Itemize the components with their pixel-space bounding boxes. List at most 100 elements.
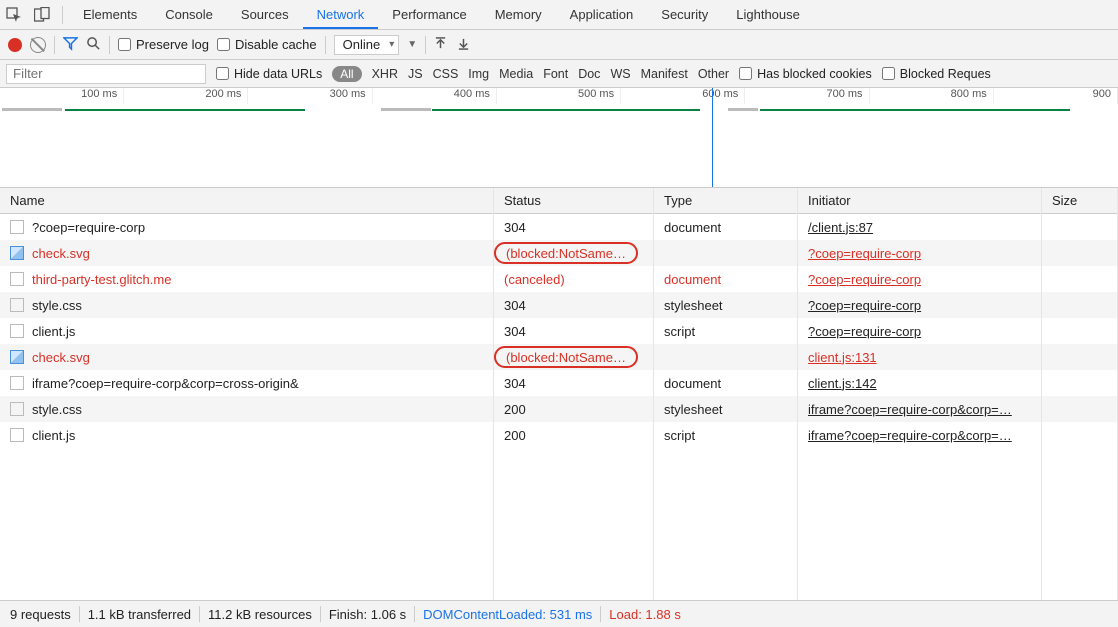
status-transferred: 1.1 kB transferred xyxy=(88,607,191,622)
request-initiator[interactable]: client.js:142 xyxy=(798,370,1042,396)
throttle-select[interactable]: Online xyxy=(334,35,400,55)
col-name[interactable]: Name xyxy=(0,188,494,214)
table-row[interactable]: client.js304script?coep=require-corp xyxy=(0,318,1118,344)
col-status[interactable]: Status xyxy=(494,188,654,214)
filter-ws[interactable]: WS xyxy=(610,67,630,81)
preserve-log-checkbox[interactable]: Preserve log xyxy=(118,37,209,52)
request-status: 200 xyxy=(494,396,654,422)
filter-other[interactable]: Other xyxy=(698,67,729,81)
download-har-icon[interactable] xyxy=(457,37,470,53)
col-type[interactable]: Type xyxy=(654,188,798,214)
request-status: 304 xyxy=(494,214,654,240)
filter-input[interactable] xyxy=(6,64,206,84)
chevron-down-icon[interactable]: ▼ xyxy=(407,39,417,50)
request-status: 304 xyxy=(494,370,654,396)
request-status: 304 xyxy=(494,292,654,318)
record-button[interactable] xyxy=(8,38,22,52)
file-icon xyxy=(10,246,24,260)
request-size xyxy=(1042,214,1118,240)
col-initiator[interactable]: Initiator xyxy=(798,188,1042,214)
status-dcl: DOMContentLoaded: 531 ms xyxy=(423,607,592,622)
request-initiator[interactable]: client.js:131 xyxy=(798,344,1042,370)
request-initiator[interactable]: iframe?coep=require-corp&corp=… xyxy=(798,422,1042,448)
col-size[interactable]: Size xyxy=(1042,188,1118,214)
request-type: document xyxy=(654,370,798,396)
table-row[interactable]: style.css304stylesheet?coep=require-corp xyxy=(0,292,1118,318)
tab-sources[interactable]: Sources xyxy=(227,0,303,29)
request-name: client.js xyxy=(32,428,75,443)
table-row[interactable]: third-party-test.glitch.me(canceled)docu… xyxy=(0,266,1118,292)
disable-cache-checkbox[interactable]: Disable cache xyxy=(217,37,317,52)
tab-security[interactable]: Security xyxy=(647,0,722,29)
status-requests: 9 requests xyxy=(10,607,71,622)
file-icon xyxy=(10,428,24,442)
table-row[interactable]: check.svg (blocked:NotSame… client.js:131 xyxy=(0,344,1118,370)
request-size xyxy=(1042,240,1118,266)
tab-network[interactable]: Network xyxy=(303,0,379,29)
timeline-overview[interactable]: 100 ms 200 ms 300 ms 400 ms 500 ms 600 m… xyxy=(0,88,1118,188)
request-size xyxy=(1042,344,1118,370)
request-status: 200 xyxy=(494,422,654,448)
request-type xyxy=(654,240,798,266)
timeline-cursor xyxy=(712,88,713,187)
table-row[interactable]: client.js 200scriptiframe?coep=require-co… xyxy=(0,422,1118,448)
tab-elements[interactable]: Elements xyxy=(69,0,151,29)
request-name: style.css xyxy=(32,298,82,313)
status-bar: 9 requests 1.1 kB transferred 11.2 kB re… xyxy=(0,600,1118,627)
request-size xyxy=(1042,318,1118,344)
has-blocked-cookies-checkbox[interactable]: Has blocked cookies xyxy=(739,67,872,81)
filter-all[interactable]: All xyxy=(332,66,361,82)
file-icon xyxy=(10,272,24,286)
filter-xhr[interactable]: XHR xyxy=(372,67,398,81)
request-initiator[interactable]: ?coep=require-corp xyxy=(798,266,1042,292)
device-toggle-icon[interactable] xyxy=(28,1,56,29)
request-size xyxy=(1042,370,1118,396)
upload-har-icon[interactable] xyxy=(434,37,447,53)
request-initiator[interactable]: iframe?coep=require-corp&corp=… xyxy=(798,396,1042,422)
tab-lighthouse[interactable]: Lighthouse xyxy=(722,0,814,29)
inspect-icon[interactable] xyxy=(0,1,28,29)
request-name: ?coep=require-corp xyxy=(32,220,145,235)
tab-performance[interactable]: Performance xyxy=(378,0,480,29)
request-size xyxy=(1042,266,1118,292)
tab-application[interactable]: Application xyxy=(556,0,648,29)
tab-memory[interactable]: Memory xyxy=(481,0,556,29)
request-name: third-party-test.glitch.me xyxy=(32,272,171,287)
filter-doc[interactable]: Doc xyxy=(578,67,600,81)
filter-js[interactable]: JS xyxy=(408,67,423,81)
devtools-tabs: Elements Console Sources Network Perform… xyxy=(0,0,1118,30)
filter-css[interactable]: CSS xyxy=(433,67,459,81)
request-initiator[interactable]: ?coep=require-corp xyxy=(798,240,1042,266)
clear-button[interactable] xyxy=(30,37,46,53)
request-name: style.css xyxy=(32,402,82,417)
request-initiator[interactable]: ?coep=require-corp xyxy=(798,292,1042,318)
status-finish: Finish: 1.06 s xyxy=(329,607,406,622)
status-load: Load: 1.88 s xyxy=(609,607,681,622)
filter-font[interactable]: Font xyxy=(543,67,568,81)
tab-console[interactable]: Console xyxy=(151,0,227,29)
blocked-requests-checkbox[interactable]: Blocked Reques xyxy=(882,67,991,81)
request-status: (blocked:NotSame… xyxy=(494,344,654,370)
request-type: script xyxy=(654,422,798,448)
request-type: stylesheet xyxy=(654,396,798,422)
hide-data-urls-checkbox[interactable]: Hide data URLs xyxy=(216,67,322,81)
search-icon[interactable] xyxy=(86,36,101,54)
table-row[interactable]: check.svg(blocked:NotSame…?coep=require-… xyxy=(0,240,1118,266)
file-icon xyxy=(10,220,24,234)
request-initiator[interactable]: ?coep=require-corp xyxy=(798,318,1042,344)
table-row[interactable]: iframe?coep=require-corp&corp=cross-orig… xyxy=(0,370,1118,396)
request-status: (blocked:NotSame… xyxy=(494,240,654,266)
file-icon xyxy=(10,324,24,338)
request-type: script xyxy=(654,318,798,344)
filter-toggle-icon[interactable] xyxy=(63,36,78,54)
filter-img[interactable]: Img xyxy=(468,67,489,81)
table-row[interactable]: ?coep=require-corp 304document/client.js:… xyxy=(0,214,1118,240)
request-size xyxy=(1042,396,1118,422)
request-type: document xyxy=(654,214,798,240)
request-initiator[interactable]: /client.js:87 xyxy=(798,214,1042,240)
filter-media[interactable]: Media xyxy=(499,67,533,81)
request-size xyxy=(1042,422,1118,448)
filter-manifest[interactable]: Manifest xyxy=(641,67,688,81)
table-row[interactable]: style.css 200stylesheetiframe?coep=requir… xyxy=(0,396,1118,422)
request-name: check.svg xyxy=(32,350,90,365)
